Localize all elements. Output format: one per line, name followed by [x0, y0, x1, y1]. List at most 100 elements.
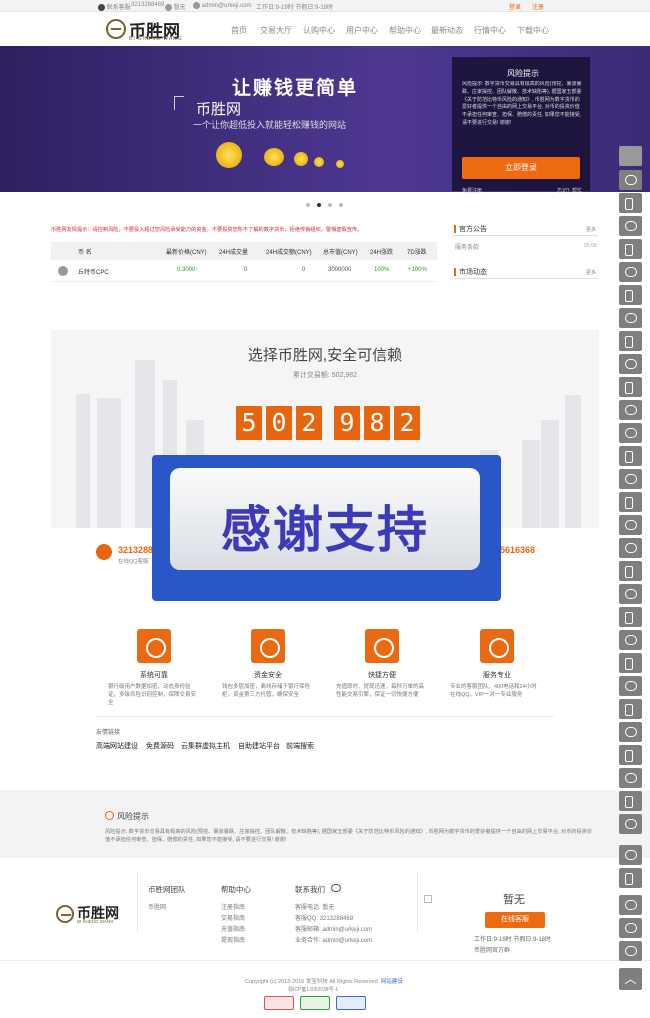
phone-icon[interactable]: [619, 446, 642, 466]
phone-icon[interactable]: [619, 331, 642, 351]
avatar[interactable]: [619, 146, 642, 166]
weibo-icon[interactable]: [331, 884, 341, 892]
divider: [417, 872, 418, 932]
friend-link[interactable]: 高端网站建设: [96, 741, 138, 751]
friend-link[interactable]: 前端搜索: [286, 741, 314, 751]
top-phone: 暂无: [165, 2, 186, 11]
nav-market[interactable]: 行情中心: [474, 25, 506, 36]
chat-icon[interactable]: [619, 216, 642, 236]
chat-icon[interactable]: [619, 515, 642, 535]
contact-phone-right: 5616368: [500, 545, 536, 555]
phone-icon[interactable]: [619, 653, 642, 673]
trust-badge[interactable]: [264, 996, 294, 1010]
logo-icon: [106, 19, 126, 39]
customer-service[interactable]: 联系客服: [98, 2, 131, 11]
chat-icon[interactable]: [619, 469, 642, 489]
customer-service-icon[interactable]: [619, 941, 642, 961]
coin-name[interactable]: 丘特币CPC: [78, 267, 109, 276]
nav-news[interactable]: 最新动态: [431, 25, 463, 36]
qq-service-icon[interactable]: [96, 544, 112, 560]
contact-qq-left[interactable]: 3213288: [118, 545, 153, 555]
chat-icon[interactable]: [619, 845, 642, 865]
chat-icon[interactable]: [619, 584, 642, 604]
phone-icon[interactable]: [619, 561, 642, 581]
announce-item[interactable]: 服务条款: [455, 242, 479, 251]
nav-trade-hall[interactable]: 交易大厅: [260, 25, 292, 36]
trust-badge[interactable]: [300, 996, 330, 1010]
divider: [137, 872, 138, 932]
footer-contact-title: 联系我们: [295, 885, 325, 894]
online-service-button[interactable]: 在线客服: [485, 912, 545, 928]
chat-icon[interactable]: [619, 768, 642, 788]
phone-icon[interactable]: [619, 193, 642, 213]
chat-icon[interactable]: [619, 262, 642, 282]
customer-service-icon[interactable]: [619, 895, 642, 915]
bracket-left: [174, 96, 184, 110]
counter-digit: 2: [296, 406, 322, 440]
footer-help-link[interactable]: 提现指南: [221, 935, 245, 944]
coin-24h: 100%: [374, 267, 390, 273]
counter-digit: 8: [364, 406, 390, 440]
friend-link[interactable]: 免费源码: [146, 741, 174, 751]
phone-icon[interactable]: [619, 699, 642, 719]
copyright-link[interactable]: 网站建设: [381, 979, 403, 985]
phone-icon[interactable]: [619, 285, 642, 305]
chat-icon[interactable]: [619, 354, 642, 374]
chat-icon[interactable]: [619, 630, 642, 650]
header: 币胜网 BI SHENG WANG 首页 交易大厅 认购中心 用户中心 帮助中心…: [0, 12, 650, 46]
register-link[interactable]: 注册: [532, 2, 544, 11]
nav-subscribe[interactable]: 认购中心: [303, 25, 335, 36]
chat-icon[interactable]: [619, 400, 642, 420]
icp-number[interactable]: 鄂ICP备13052038号-1: [288, 986, 338, 993]
footer-logo-subtext: BI SHENG WANG: [77, 919, 114, 924]
carousel-dot-active[interactable]: [317, 203, 321, 207]
footer-team-link[interactable]: 币胜网: [148, 902, 166, 911]
trust-badge[interactable]: [336, 996, 366, 1010]
chat-icon[interactable]: [619, 814, 642, 834]
announce-heading: 官方公告: [454, 224, 487, 234]
broken-image-icon: [424, 895, 432, 903]
nav-user-center[interactable]: 用户中心: [346, 25, 378, 36]
official-group-link[interactable]: 币胜网官方群: [474, 945, 510, 954]
building-graphic: [97, 398, 121, 528]
footer-contact-item: 业务合作: admin@urkeji.com: [295, 938, 373, 944]
phone-icon[interactable]: [619, 607, 642, 627]
footer-help-link[interactable]: 充值指南: [221, 924, 245, 933]
back-to-top-icon[interactable]: ︿: [619, 968, 642, 990]
phone-icon[interactable]: [619, 868, 642, 888]
chat-icon[interactable]: [619, 722, 642, 742]
top-bar: 联系客服 3213288469 暂无 admin@urkeji.com 工作日:…: [0, 0, 650, 12]
forgot-link[interactable]: 忘记？帮忙: [557, 187, 582, 194]
friend-link[interactable]: 自助建站平台: [238, 741, 280, 751]
carousel-dot[interactable]: [339, 203, 343, 207]
carousel-dot[interactable]: [328, 203, 332, 207]
carousel-dot[interactable]: [306, 203, 310, 207]
chat-icon[interactable]: [619, 538, 642, 558]
free-register-link[interactable]: 免费注册: [462, 187, 482, 194]
phone-icon[interactable]: [619, 492, 642, 512]
nav-help[interactable]: 帮助中心: [389, 25, 421, 36]
nav-home[interactable]: 首页: [231, 25, 247, 36]
chat-icon[interactable]: [619, 423, 642, 443]
footer-help-link[interactable]: 注册指南: [221, 902, 245, 911]
chat-icon[interactable]: [619, 308, 642, 328]
footer-hours: 工作日:9-19时 节假日:9-18时: [474, 937, 552, 943]
chat-icon[interactable]: [619, 676, 642, 696]
footer-help-link[interactable]: 交易指南: [221, 913, 245, 922]
table-row[interactable]: 丘特币CPC 0.3000↑ 0 0 3000000 100% +100%: [51, 260, 437, 282]
news-more-link[interactable]: 更多: [586, 269, 596, 276]
announce-more-link[interactable]: 更多: [586, 226, 596, 233]
coin-7d: +100%: [408, 267, 427, 273]
phone-icon[interactable]: [619, 745, 642, 765]
risk-box-title: 风险提示: [507, 69, 539, 78]
phone-icon[interactable]: [619, 377, 642, 397]
phone-icon: [165, 3, 172, 11]
login-now-button[interactable]: 立即登录: [462, 157, 580, 179]
phone-icon[interactable]: [619, 239, 642, 259]
nav-download[interactable]: 下载中心: [517, 25, 549, 36]
login-link[interactable]: 登录: [509, 2, 521, 11]
friend-link[interactable]: 云集群虚拟主机: [181, 741, 230, 751]
customer-service-icon[interactable]: [619, 918, 642, 938]
phone-icon[interactable]: [619, 791, 642, 811]
chat-icon[interactable]: [619, 170, 642, 190]
